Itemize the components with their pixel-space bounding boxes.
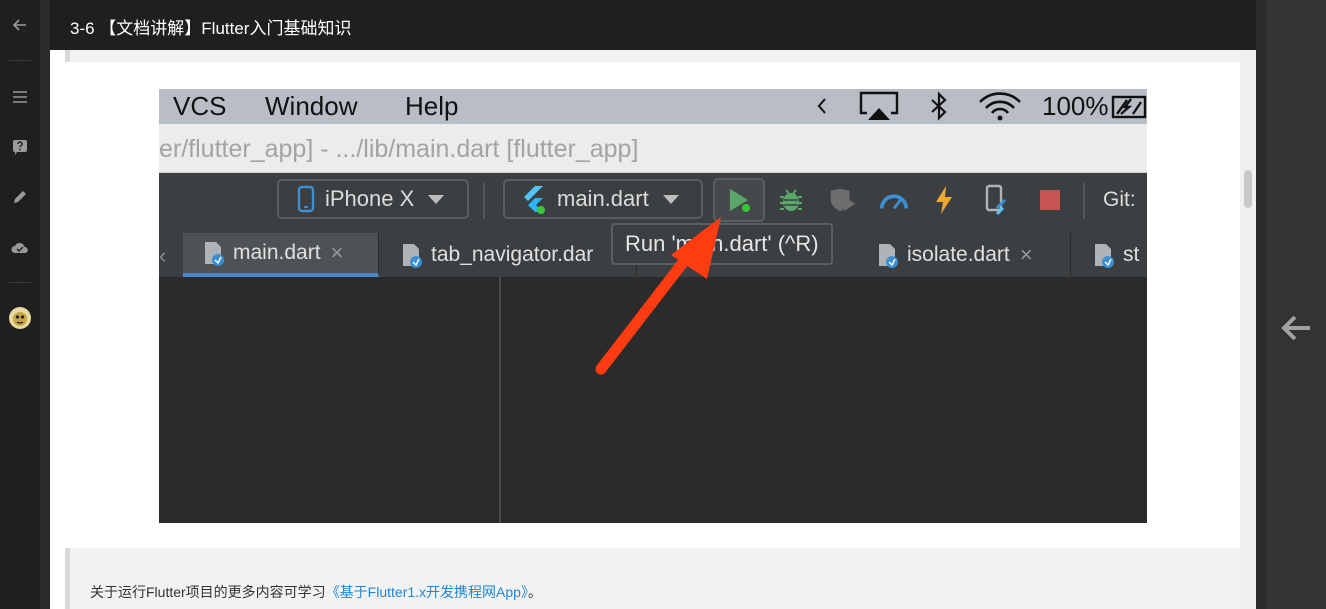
note-body: 关于运行Flutter项目的更多内容可学习 [90,584,326,600]
page-title: 3-6 【文档讲解】Flutter入门基础知识 [70,19,352,38]
expand-arrow-icon[interactable] [1276,306,1316,350]
ide-screenshot: VCS Window Help 100% er/flutter_app] - .… [159,89,1147,523]
rail-divider [9,282,31,283]
note-text: 关于运行Flutter项目的更多内容可学习《基于Flutter1.x开发携程网A… [90,582,542,602]
document-content: VCS Window Help 100% er/flutter_app] - .… [50,50,1240,609]
note-blockquote: 关于运行Flutter项目的更多内容可学习《基于Flutter1.x开发携程网A… [65,548,1240,609]
left-rail [0,0,41,609]
right-panel [1266,0,1326,609]
scrollbar-track[interactable] [1240,50,1256,609]
cloud-icon[interactable] [0,232,40,262]
back-arrow-icon[interactable] [0,10,40,40]
list-icon[interactable] [0,82,40,112]
page-header: 3-6 【文档讲解】Flutter入门基础知识 [50,0,1256,50]
course-link[interactable]: 《基于Flutter1.x开发携程网App》 [326,584,528,600]
question-icon[interactable] [0,132,40,162]
scrollbar-thumb[interactable] [1244,170,1252,208]
annotation-arrow [595,217,721,375]
blockquote [65,50,1240,62]
avatar[interactable] [0,303,40,333]
rail-divider [9,60,31,61]
pencil-icon[interactable] [0,182,40,212]
note-suffix: 。 [527,584,542,600]
